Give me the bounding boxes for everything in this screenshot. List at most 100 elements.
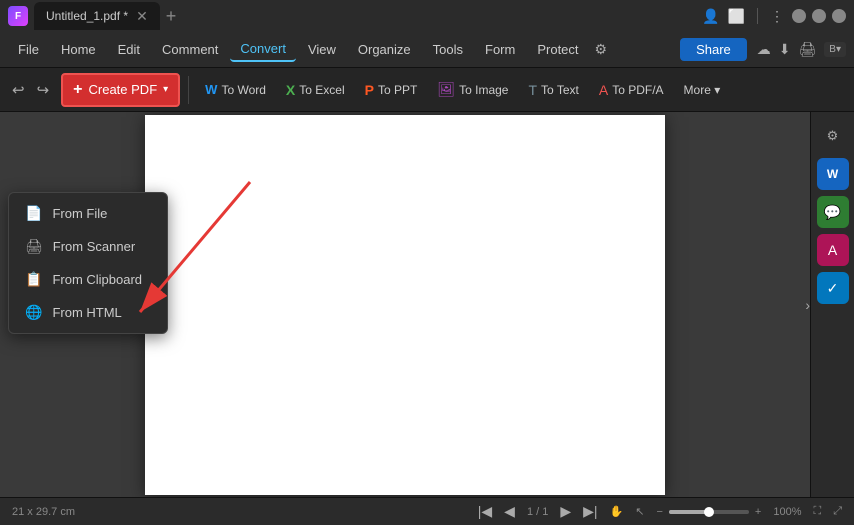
zoom-level: 100% xyxy=(773,506,801,518)
status-right: |◀ ◀ 1 / 1 ▶ ▶| ✋ ↖ − + 100% ⛶ ⤢ xyxy=(478,503,842,520)
tab-bar: Untitled_1.pdf * ✕ + xyxy=(34,2,176,30)
from-html-label: From HTML xyxy=(52,305,121,320)
clipboard-icon: 📋 xyxy=(25,271,42,288)
tab-title: Untitled_1.pdf * xyxy=(46,9,128,23)
window-controls: ─ □ ✕ xyxy=(792,9,846,23)
scanner-icon: 🖨 xyxy=(25,238,43,255)
right-panel-settings-icon[interactable]: ⚙ xyxy=(817,120,849,152)
toolbar: ↩ ↪ + Create PDF ▾ W To Word X To Excel … xyxy=(0,68,854,112)
dropdown-menu: 📄 From File 🖨 From Scanner 📋 From Clipbo… xyxy=(8,192,168,334)
fit-page-icon[interactable]: ⛶ xyxy=(813,505,821,518)
menu-convert[interactable]: Convert xyxy=(230,37,296,62)
zoom-in-icon[interactable]: + xyxy=(755,506,761,518)
menu-form[interactable]: Form xyxy=(475,38,525,61)
separator xyxy=(757,8,758,24)
share-button[interactable]: Share xyxy=(680,38,747,61)
to-text-button[interactable]: T To Text xyxy=(520,77,586,103)
page-info: 1 / 1 xyxy=(527,506,548,518)
menu-home[interactable]: Home xyxy=(51,38,106,61)
menu-file[interactable]: File xyxy=(8,38,49,61)
html-icon: 🌐 xyxy=(25,304,42,321)
excel-icon: X xyxy=(286,82,295,98)
cloud-upload-icon[interactable]: ☁ xyxy=(757,41,771,58)
title-bar: F Untitled_1.pdf * ✕ + 👤 ⬜ ⋮ ─ □ ✕ xyxy=(0,0,854,32)
menu-protect[interactable]: Protect xyxy=(527,38,588,61)
dropdown-from-clipboard[interactable]: 📋 From Clipboard xyxy=(9,263,167,296)
from-file-label: From File xyxy=(52,206,107,221)
more-button[interactable]: More ▾ xyxy=(676,78,729,102)
from-clipboard-label: From Clipboard xyxy=(52,272,142,287)
to-pdfa-button[interactable]: A To PDF/A xyxy=(591,77,672,103)
user-avatar-icon[interactable]: 👤 xyxy=(702,8,719,25)
to-excel-label: To Excel xyxy=(299,83,344,97)
right-panel-edit-icon[interactable]: A xyxy=(817,234,849,266)
pdf-page xyxy=(145,115,665,495)
prev-page-button[interactable]: ◀ xyxy=(504,503,515,520)
dropdown-from-scanner[interactable]: 🖨 From Scanner xyxy=(9,230,167,263)
word-icon: W xyxy=(205,82,217,97)
to-word-button[interactable]: W To Word xyxy=(197,77,274,102)
status-bar: 21 x 29.7 cm |◀ ◀ 1 / 1 ▶ ▶| ✋ ↖ − + 100… xyxy=(0,497,854,525)
minimize-button[interactable]: ─ xyxy=(792,9,806,23)
to-ppt-label: To PPT xyxy=(378,83,417,97)
print-icon[interactable]: 🖨 xyxy=(799,41,817,58)
app-logo: F xyxy=(8,6,28,26)
right-panel-word-icon[interactable]: W xyxy=(817,158,849,190)
to-text-label: To Text xyxy=(541,83,579,97)
menu-right-icons: ☁ ⬇ 🖨 B▾ xyxy=(757,41,846,58)
to-ppt-button[interactable]: P To PPT xyxy=(357,77,426,103)
to-image-label: To Image xyxy=(459,83,508,97)
last-page-button[interactable]: ▶| xyxy=(583,503,597,520)
tab-add-icon[interactable]: + xyxy=(166,6,177,27)
scroll-right-arrow[interactable]: › xyxy=(805,297,810,313)
tab-close-icon[interactable]: ✕ xyxy=(136,8,148,25)
create-pdf-button[interactable]: + Create PDF ▾ xyxy=(61,73,180,107)
toolbar-separator-1 xyxy=(188,76,189,104)
next-page-button[interactable]: ▶ xyxy=(560,503,571,520)
menu-tools[interactable]: Tools xyxy=(423,38,473,61)
panel-icon[interactable]: ⬜ xyxy=(728,8,745,25)
to-excel-button[interactable]: X To Excel xyxy=(278,77,353,103)
b-button[interactable]: B▾ xyxy=(824,42,846,57)
to-image-button[interactable]: 🖼 To Image xyxy=(429,76,516,103)
canvas-area: 📄 From File 🖨 From Scanner 📋 From Clipbo… xyxy=(0,112,810,497)
menu-view[interactable]: View xyxy=(298,38,346,61)
cursor-icon[interactable]: ↖ xyxy=(635,505,644,518)
more-options-icon[interactable]: ⋮ xyxy=(770,8,784,25)
file-icon: 📄 xyxy=(25,205,42,222)
zoom-slider[interactable]: − + xyxy=(656,506,761,518)
dropdown-from-file[interactable]: 📄 From File xyxy=(9,197,167,230)
ppt-icon: P xyxy=(365,82,374,98)
redo-icon[interactable]: ↪ xyxy=(33,77,54,103)
plus-icon: + xyxy=(73,81,82,99)
tab-untitled[interactable]: Untitled_1.pdf * ✕ xyxy=(34,2,160,30)
from-scanner-label: From Scanner xyxy=(53,239,135,254)
dropdown-from-html[interactable]: 🌐 From HTML xyxy=(9,296,167,329)
zoom-fill xyxy=(669,510,709,514)
dropdown-arrow-icon: ▾ xyxy=(163,84,168,95)
title-bar-right: 👤 ⬜ ⋮ ─ □ ✕ xyxy=(702,8,846,25)
to-word-label: To Word xyxy=(221,83,265,97)
toolbar-left-icons: ↩ ↪ xyxy=(8,77,53,103)
close-button[interactable]: ✕ xyxy=(832,9,846,23)
maximize-button[interactable]: □ xyxy=(812,9,826,23)
right-panel-check-icon[interactable]: ✓ xyxy=(817,272,849,304)
pdfa-icon: A xyxy=(599,82,608,98)
text-icon: T xyxy=(528,82,537,98)
zoom-out-icon[interactable]: − xyxy=(656,506,662,518)
menu-edit[interactable]: Edit xyxy=(108,38,150,61)
fullscreen-icon[interactable]: ⤢ xyxy=(833,505,842,518)
zoom-thumb[interactable] xyxy=(704,507,714,517)
right-panel-chat-icon[interactable]: 💬 xyxy=(817,196,849,228)
page-dimensions: 21 x 29.7 cm xyxy=(12,506,75,518)
right-panel: ⚙ W 💬 A ✓ xyxy=(810,112,854,497)
menu-organize[interactable]: Organize xyxy=(348,38,421,61)
first-page-button[interactable]: |◀ xyxy=(478,503,492,520)
settings-icon[interactable]: ⚙ xyxy=(595,41,608,58)
menu-comment[interactable]: Comment xyxy=(152,38,228,61)
download-icon[interactable]: ⬇ xyxy=(779,41,791,58)
more-label: More ▾ xyxy=(684,83,721,97)
pan-icon[interactable]: ✋ xyxy=(610,505,624,518)
zoom-track[interactable] xyxy=(669,510,749,514)
undo-icon[interactable]: ↩ xyxy=(8,77,29,103)
